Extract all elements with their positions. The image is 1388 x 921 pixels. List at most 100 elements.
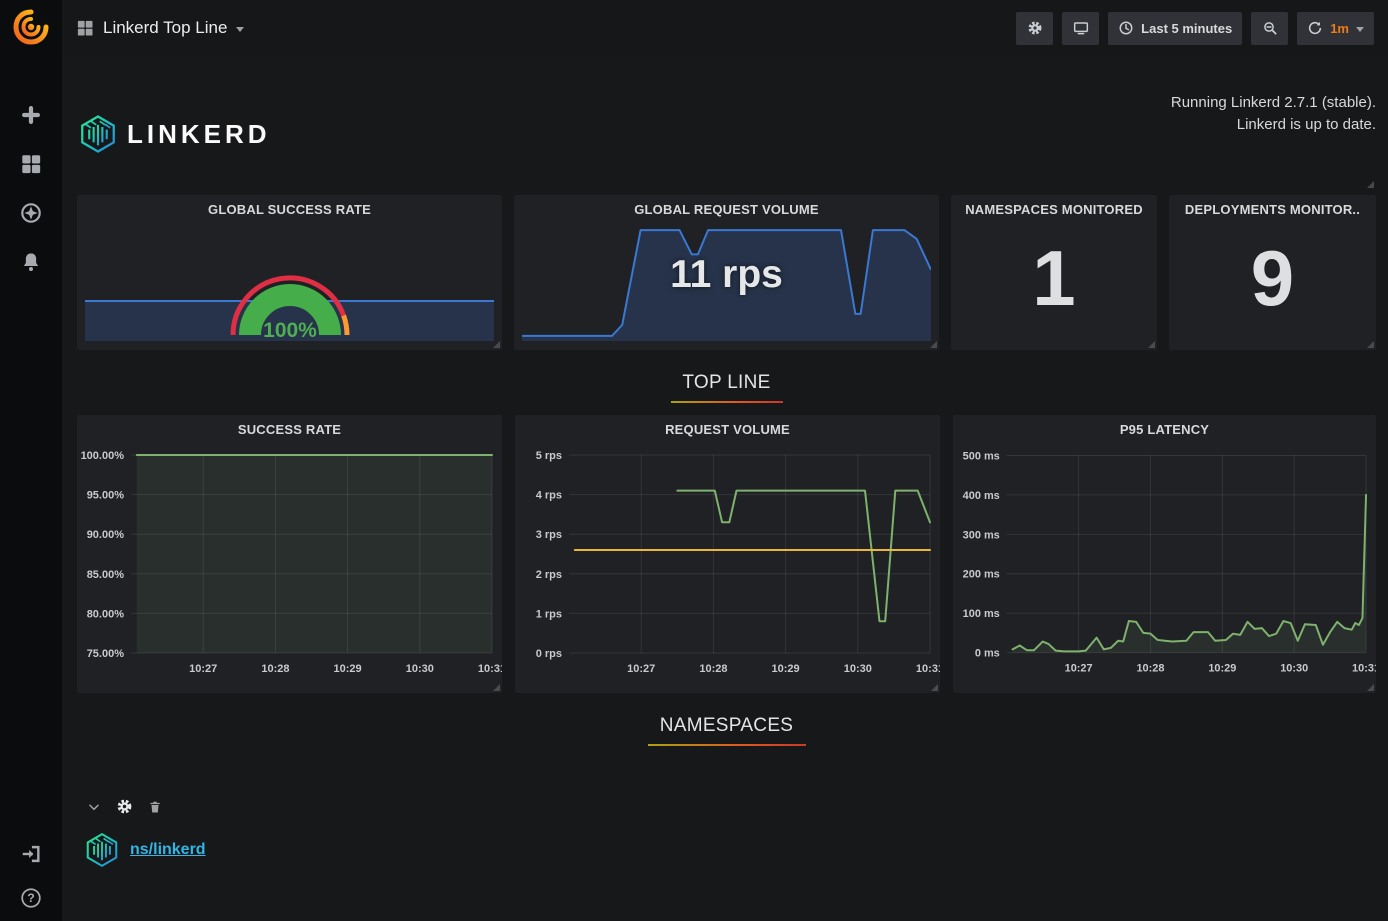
- svg-text:10:27: 10:27: [627, 663, 655, 675]
- svg-text:10:29: 10:29: [1208, 662, 1236, 674]
- svg-text:10:31: 10:31: [916, 663, 940, 675]
- alerting-bell-icon[interactable]: [20, 251, 42, 273]
- svg-text:75.00%: 75.00%: [87, 648, 125, 660]
- clock-icon: [1118, 20, 1134, 36]
- svg-text:10:30: 10:30: [1280, 662, 1308, 674]
- panel-title[interactable]: SUCCESS RATE: [77, 415, 502, 443]
- explore-compass-icon[interactable]: [20, 202, 42, 224]
- time-range-label: Last 5 minutes: [1141, 21, 1232, 36]
- linkerd-brand: LINKERD: [77, 78, 271, 190]
- uptodate-line: Linkerd is up to date.: [1171, 114, 1376, 136]
- sign-in-icon[interactable]: [20, 843, 42, 865]
- panel-global-request-volume: GLOBAL REQUEST VOLUME 11 rps: [514, 195, 939, 350]
- svg-text:0 ms: 0 ms: [975, 648, 1000, 660]
- refresh-icon: [1307, 20, 1323, 36]
- panel-deployments-monitored: DEPLOYMENTS MONITOR.. 9: [1169, 195, 1376, 350]
- panel-resize-handle[interactable]: [931, 684, 938, 691]
- svg-text:10:30: 10:30: [844, 663, 872, 675]
- zoom-out-button[interactable]: [1251, 12, 1288, 45]
- grafana-logo[interactable]: [12, 8, 50, 46]
- svg-text:85.00%: 85.00%: [87, 569, 125, 581]
- svg-text:10:31: 10:31: [1352, 662, 1376, 674]
- svg-text:4 rps: 4 rps: [536, 490, 562, 502]
- svg-text:400 ms: 400 ms: [963, 490, 1000, 502]
- help-icon[interactable]: ?: [20, 887, 42, 909]
- section-underline: [671, 401, 783, 403]
- tv-kiosk-button[interactable]: [1062, 12, 1099, 45]
- panel-title[interactable]: GLOBAL SUCCESS RATE: [77, 195, 502, 223]
- sidebar: ?: [0, 0, 62, 921]
- svg-text:300 ms: 300 ms: [963, 529, 1000, 541]
- svg-text:2 rps: 2 rps: [536, 569, 562, 581]
- dashboard-title: Linkerd Top Line: [103, 18, 227, 38]
- refresh-button[interactable]: 1m: [1297, 12, 1374, 45]
- svg-text:95.00%: 95.00%: [87, 490, 125, 502]
- panel-title[interactable]: GLOBAL REQUEST VOLUME: [514, 195, 939, 223]
- panel-resize-handle[interactable]: [1367, 341, 1374, 348]
- svg-text:100.00%: 100.00%: [81, 450, 125, 462]
- svg-text:500 ms: 500 ms: [963, 450, 1000, 462]
- top-navbar: Linkerd Top Line Last 5 minutes: [62, 0, 1388, 56]
- panel-title[interactable]: REQUEST VOLUME: [515, 415, 940, 443]
- svg-text:10:29: 10:29: [772, 663, 800, 675]
- svg-text:10:28: 10:28: [261, 663, 289, 675]
- section-namespaces: NAMESPACES: [77, 715, 1376, 746]
- panel-global-success-rate: GLOBAL SUCCESS RATE 100%: [77, 195, 502, 350]
- svg-text:100 ms: 100 ms: [963, 608, 1000, 620]
- svg-text:10:30: 10:30: [406, 663, 434, 675]
- panel-resize-handle[interactable]: [493, 341, 500, 348]
- linkerd-header-panel: LINKERD Running Linkerd 2.7.1 (stable). …: [77, 64, 1376, 190]
- svg-text:10:27: 10:27: [189, 663, 217, 675]
- chevron-down-icon: [1356, 27, 1364, 32]
- dashboards-grid-icon[interactable]: [20, 153, 42, 175]
- panel-title[interactable]: P95 LATENCY: [953, 415, 1376, 443]
- svg-text:10:27: 10:27: [1065, 662, 1093, 674]
- refresh-interval-label: 1m: [1330, 21, 1349, 36]
- panel-p95-latency-chart: P95 LATENCY 0 ms 100 ms 200 ms 300 ms 400 ms…: [953, 415, 1376, 693]
- linkerd-logo-icon: [83, 831, 121, 869]
- time-range-button[interactable]: Last 5 minutes: [1108, 12, 1242, 45]
- panel-resize-handle[interactable]: [1367, 181, 1374, 188]
- gauge-value: 100%: [263, 319, 317, 341]
- panel-resize-handle[interactable]: [1148, 341, 1155, 348]
- dashboard-content: LINKERD Running Linkerd 2.7.1 (stable). …: [62, 56, 1388, 869]
- section-top-line: TOP LINE: [77, 372, 1376, 403]
- namespace-link[interactable]: ns/linkerd: [130, 841, 206, 859]
- create-plus-icon[interactable]: [20, 104, 42, 126]
- namespace-link-row: ns/linkerd: [83, 831, 1376, 869]
- namespaces-count: 1: [951, 233, 1157, 324]
- row-edit-controls: [87, 798, 1376, 815]
- linkerd-logo-icon: [77, 113, 119, 155]
- row-delete-trash-icon[interactable]: [148, 800, 162, 814]
- svg-text:10:31: 10:31: [478, 663, 502, 675]
- top-line-charts-row: SUCCESS RATE 75.00%80.00%85.00%90.00%95.…: [77, 415, 1376, 693]
- dashboard-grid-icon: [76, 19, 94, 37]
- success-rate-gauge: 100%: [215, 257, 365, 346]
- panel-resize-handle[interactable]: [1367, 684, 1374, 691]
- panel-request-volume-chart: REQUEST VOLUME 0 rps1 rps2 rps3 rps4 rps…: [515, 415, 940, 693]
- section-title: NAMESPACES: [660, 715, 794, 736]
- monitor-icon: [1073, 20, 1089, 36]
- zoom-out-icon: [1262, 20, 1278, 36]
- panel-resize-handle[interactable]: [930, 341, 937, 348]
- section-underline: [648, 744, 806, 746]
- top-stats-row: GLOBAL SUCCESS RATE 100% GLOBAL REQUEST …: [77, 195, 1376, 350]
- linkerd-wordmark: LINKERD: [127, 119, 271, 150]
- success-rate-chart: 75.00%80.00%85.00%90.00%95.00%100.00%10:…: [77, 443, 502, 687]
- section-title: TOP LINE: [682, 372, 770, 393]
- linkerd-version-status: Running Linkerd 2.7.1 (stable). Linkerd …: [1171, 78, 1376, 190]
- dashboard-title-dropdown[interactable]: Linkerd Top Line: [76, 18, 244, 38]
- row-settings-gear-icon[interactable]: [116, 798, 133, 815]
- panel-title[interactable]: NAMESPACES MONITORED: [951, 195, 1157, 223]
- dashboard-settings-button[interactable]: [1016, 12, 1053, 45]
- svg-text:0 rps: 0 rps: [536, 648, 562, 660]
- svg-text:200 ms: 200 ms: [963, 569, 1000, 581]
- svg-text:1 rps: 1 rps: [536, 608, 562, 620]
- svg-text:80.00%: 80.00%: [87, 608, 125, 620]
- panel-resize-handle[interactable]: [493, 684, 500, 691]
- chevron-down-icon: [236, 27, 244, 32]
- row-collapse-chevron-icon[interactable]: [87, 800, 101, 814]
- panel-title[interactable]: DEPLOYMENTS MONITOR..: [1169, 195, 1376, 223]
- svg-text:5 rps: 5 rps: [536, 450, 562, 462]
- svg-text:10:29: 10:29: [334, 663, 362, 675]
